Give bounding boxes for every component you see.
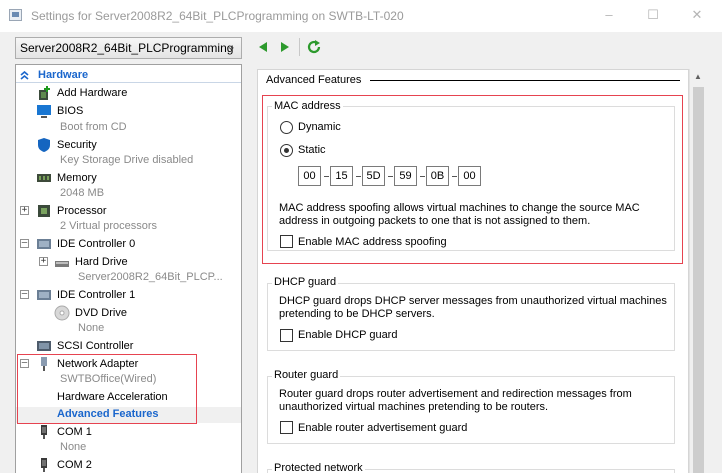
tree-item-label: BIOS — [57, 105, 84, 117]
window-edge — [706, 64, 722, 473]
tree-item-scsi-controller[interactable]: SCSI Controller — [16, 338, 241, 355]
tree-item-memory[interactable]: Memory 2048 MB — [16, 170, 241, 202]
mac-highlight-box — [262, 95, 683, 264]
toolbar-separator — [299, 38, 300, 56]
vm-selector-dropdown[interactable]: Server2008R2_64Bit_PLCProgramming ⌄ — [15, 37, 242, 59]
refresh-icon[interactable] — [306, 39, 322, 55]
settings-scrollbar[interactable]: ▲ — [689, 69, 706, 473]
vm-selector-value: Server2008R2_64Bit_PLCProgramming — [20, 41, 234, 55]
settings-app-icon — [9, 9, 22, 21]
window-title: Settings for Server2008R2_64Bit_PLCProgr… — [31, 9, 404, 23]
router-guard-description: unauthorized virtual machines pretending… — [279, 401, 549, 413]
sidebar-highlight-box — [17, 354, 197, 424]
dhcp-guard-description: pretending to be DHCP servers. — [279, 308, 435, 320]
hardware-section-label[interactable]: Hardware — [38, 69, 88, 81]
scsi-controller-icon — [37, 341, 51, 351]
tree-item-label: Security — [57, 139, 97, 151]
title-bar: Settings for Server2008R2_64Bit_PLCProgr… — [0, 0, 722, 32]
tree-item-label: IDE Controller 0 — [57, 238, 136, 250]
tree-item-label: COM 2 — [57, 459, 92, 471]
com-port-icon — [41, 425, 47, 439]
pane-header: Advanced Features — [266, 74, 362, 86]
collapse-chevron-icon[interactable] — [20, 71, 29, 80]
tree-item-detail: None — [60, 441, 87, 453]
collapse-icon[interactable]: – — [20, 239, 29, 248]
dvd-disc-icon — [54, 305, 70, 321]
tree-item-hard-drive[interactable]: + Hard Drive Server2008R2_64Bit_PLCP... — [16, 254, 241, 286]
processor-icon — [38, 205, 50, 217]
com-port-icon — [41, 458, 47, 472]
router-guard-checkbox[interactable] — [280, 421, 293, 434]
dhcp-guard-checkbox[interactable] — [280, 329, 293, 342]
chevron-down-icon: ⌄ — [226, 41, 236, 53]
scroll-up-icon[interactable]: ▲ — [694, 72, 702, 81]
controller-icon — [37, 239, 51, 249]
tree-item-detail: 2 Virtual processors — [60, 220, 158, 232]
tree-item-detail: Key Storage Drive disabled — [60, 154, 194, 166]
router-guard-description: Router guard drops router advertisement … — [279, 388, 632, 400]
tree-item-dvd-drive[interactable]: DVD Drive None — [16, 305, 241, 337]
protected-network-group-title: Protected network — [272, 462, 365, 473]
controller-icon — [37, 290, 51, 300]
tree-item-detail: Boot from CD — [60, 121, 127, 133]
expand-icon[interactable]: + — [20, 206, 29, 215]
tree-item-label: Add Hardware — [57, 87, 128, 99]
tree-item-bios[interactable]: BIOS Boot from CD — [16, 103, 241, 135]
next-arrow-icon[interactable] — [278, 40, 292, 54]
tree-item-label: SCSI Controller — [57, 340, 134, 352]
tree-item-detail: None — [78, 322, 105, 334]
collapse-icon[interactable]: – — [20, 290, 29, 299]
tree-item-detail: Server2008R2_64Bit_PLCP... — [78, 271, 223, 283]
tree-item-ide-controller-0[interactable]: – IDE Controller 0 — [16, 236, 241, 253]
maximize-button[interactable]: ☐ — [643, 6, 663, 24]
expand-icon[interactable]: + — [39, 257, 48, 266]
router-guard-checkbox-label[interactable]: Enable router advertisement guard — [298, 422, 467, 434]
header-rule — [370, 80, 680, 81]
router-guard-group-title: Router guard — [272, 369, 341, 381]
tree-item-add-hardware[interactable]: Add Hardware — [16, 85, 241, 102]
tree-item-com-2[interactable]: COM 2 — [16, 457, 241, 473]
shield-icon — [38, 138, 50, 152]
scrollbar-thumb[interactable] — [693, 87, 704, 473]
tree-item-detail: 2048 MB — [60, 187, 105, 199]
minimize-button[interactable]: – — [599, 6, 619, 24]
dhcp-guard-group-title: DHCP guard — [272, 276, 339, 288]
tree-item-label: IDE Controller 1 — [57, 289, 136, 301]
tree-item-label: DVD Drive — [75, 307, 127, 319]
tree-item-label: Hard Drive — [75, 256, 128, 268]
bios-icon — [37, 105, 51, 118]
hard-drive-icon — [55, 261, 69, 267]
tree-item-label: Processor — [57, 205, 107, 217]
section-divider — [16, 82, 241, 83]
previous-arrow-icon[interactable] — [256, 40, 270, 54]
tree-item-security[interactable]: Security Key Storage Drive disabled — [16, 137, 241, 169]
add-hardware-icon — [39, 86, 50, 100]
tree-item-processor[interactable]: + Processor 2 Virtual processors — [16, 203, 241, 235]
dhcp-guard-checkbox-label[interactable]: Enable DHCP guard — [298, 329, 397, 341]
dhcp-guard-description: DHCP guard drops DHCP server messages fr… — [279, 295, 667, 307]
memory-chip-icon — [37, 174, 51, 182]
close-button[interactable]: ✕ — [687, 6, 707, 24]
tree-item-ide-controller-1[interactable]: – IDE Controller 1 — [16, 287, 241, 304]
tree-item-label: Memory — [57, 172, 97, 184]
tree-item-com-1[interactable]: COM 1 None — [16, 424, 241, 456]
tree-item-label: COM 1 — [57, 426, 92, 438]
